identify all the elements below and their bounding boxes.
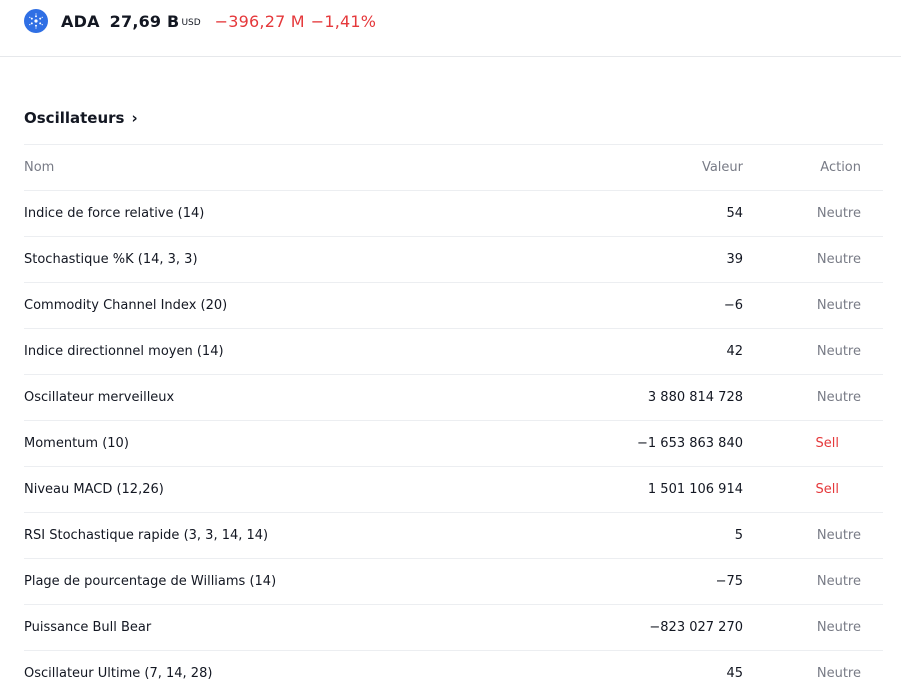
- indicator-action: Neutre: [816, 390, 861, 405]
- indicator-value: −6: [723, 298, 743, 313]
- change-absolute: −396,27 M: [214, 11, 305, 31]
- indicator-name: RSI Stochastique rapide (3, 3, 14, 14): [24, 528, 269, 543]
- table-row: Momentum (10) −1 653 863 840 Sell: [24, 420, 883, 466]
- ticker-symbol: ADA: [61, 11, 100, 31]
- currency-label: USD: [181, 18, 201, 28]
- indicator-action: Neutre: [816, 574, 861, 589]
- indicator-action: Neutre: [816, 528, 861, 543]
- indicator-name: Momentum (10): [24, 436, 129, 451]
- table-row: Oscillateur merveilleux 3 880 814 728 Ne…: [24, 374, 883, 420]
- indicator-action: Neutre: [816, 620, 861, 635]
- indicator-value: 54: [726, 206, 743, 221]
- table-row: RSI Stochastique rapide (3, 3, 14, 14) 5…: [24, 512, 883, 558]
- indicator-action: Neutre: [816, 666, 861, 681]
- indicator-name: Oscillateur Ultime (7, 14, 28): [24, 666, 213, 681]
- indicator-name: Oscillateur merveilleux: [24, 390, 175, 405]
- cardano-icon: [24, 9, 48, 33]
- indicator-name: Plage de pourcentage de Williams (14): [24, 574, 277, 589]
- indicator-value: 1 501 106 914: [647, 482, 743, 497]
- table-row: Puissance Bull Bear −823 027 270 Neutre: [24, 604, 883, 650]
- oscillators-section-link[interactable]: Oscillateurs ›: [24, 107, 138, 129]
- table-row: Stochastique %K (14, 3, 3) 39 Neutre: [24, 236, 883, 282]
- indicator-action: Sell: [815, 482, 839, 497]
- indicator-name: Commodity Channel Index (20): [24, 298, 228, 313]
- indicator-value: 5: [734, 528, 743, 543]
- chevron-right-icon: ›: [131, 109, 138, 127]
- column-header-value: Valeur: [701, 160, 743, 175]
- indicator-value: −823 027 270: [649, 620, 743, 635]
- indicator-name: Stochastique %K (14, 3, 3): [24, 252, 198, 267]
- indicator-value: 42: [726, 344, 743, 359]
- table-row: Oscillateur Ultime (7, 14, 28) 45 Neutre: [24, 650, 883, 696]
- column-header-name: Nom: [24, 160, 55, 175]
- oscillators-table: Nom Valeur Action Indice de force relati…: [24, 144, 883, 696]
- table-header-row: Nom Valeur Action: [24, 144, 883, 190]
- indicator-value: 45: [726, 666, 743, 681]
- indicator-value: −75: [715, 574, 743, 589]
- table-row: Commodity Channel Index (20) −6 Neutre: [24, 282, 883, 328]
- indicator-action: Neutre: [816, 298, 861, 313]
- indicator-value: 39: [726, 252, 743, 267]
- indicator-name: Puissance Bull Bear: [24, 620, 152, 635]
- table-row: Plage de pourcentage de Williams (14) −7…: [24, 558, 883, 604]
- change-percent: −1,41%: [310, 11, 377, 31]
- indicator-value: −1 653 863 840: [637, 436, 743, 451]
- indicator-name: Indice directionnel moyen (14): [24, 344, 224, 359]
- indicator-action: Neutre: [816, 206, 861, 221]
- indicator-action: Neutre: [816, 252, 861, 267]
- ticker-header: ADA 27,69 B USD −396,27 M −1,41%: [0, 0, 901, 57]
- table-row: Indice de force relative (14) 54 Neutre: [24, 190, 883, 236]
- section-title: Oscillateurs: [24, 109, 125, 127]
- ticker-summary: ADA 27,69 B USD −396,27 M −1,41%: [24, 8, 376, 34]
- table-row: Niveau MACD (12,26) 1 501 106 914 Sell: [24, 466, 883, 512]
- cardano-logo-glyph: [29, 13, 43, 29]
- indicator-value: 3 880 814 728: [647, 390, 743, 405]
- market-cap-value: 27,69 B: [109, 11, 180, 31]
- table-row: Indice directionnel moyen (14) 42 Neutre: [24, 328, 883, 374]
- indicator-action: Sell: [815, 436, 839, 451]
- indicator-action: Neutre: [816, 344, 861, 359]
- column-header-action: Action: [820, 160, 861, 175]
- indicator-name: Niveau MACD (12,26): [24, 482, 164, 497]
- indicator-name: Indice de force relative (14): [24, 206, 205, 221]
